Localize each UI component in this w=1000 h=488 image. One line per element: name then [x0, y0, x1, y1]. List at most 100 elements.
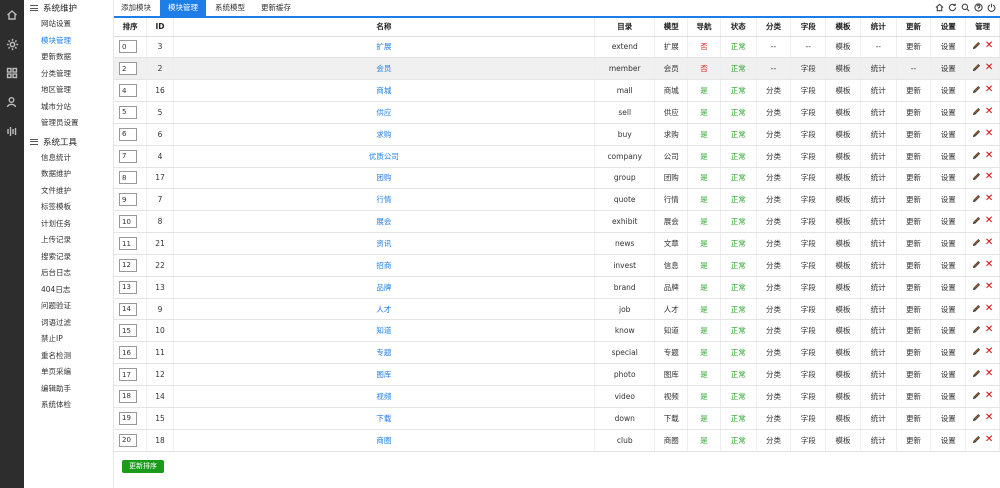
- category-link[interactable]: 分类: [756, 254, 792, 277]
- sidebar-item-module-management[interactable]: 模块管理: [24, 33, 113, 50]
- stats-link[interactable]: 统计: [860, 57, 897, 81]
- edit-icon[interactable]: [972, 41, 981, 50]
- edit-icon[interactable]: [972, 391, 981, 400]
- delete-icon[interactable]: ✕: [985, 172, 993, 182]
- category-link[interactable]: 分类: [756, 363, 792, 386]
- update-link[interactable]: 更新: [896, 298, 932, 321]
- order-input[interactable]: [119, 84, 137, 98]
- edit-icon[interactable]: [972, 282, 981, 291]
- tab-add-module[interactable]: 添加模块: [114, 0, 158, 16]
- status-cell[interactable]: 正常: [720, 232, 757, 255]
- logout-icon[interactable]: [987, 3, 996, 12]
- field-link[interactable]: 字段: [790, 385, 827, 408]
- status-cell[interactable]: 正常: [720, 167, 757, 190]
- refresh-icon[interactable]: [948, 3, 957, 12]
- sidebar-item-data-maintenance[interactable]: 数据维护: [24, 166, 113, 183]
- order-input[interactable]: [119, 237, 137, 251]
- settings-link[interactable]: 设置: [930, 210, 967, 234]
- nav-cell[interactable]: 是: [687, 123, 721, 146]
- nav-cell[interactable]: 是: [687, 210, 721, 234]
- category-link[interactable]: 分类: [756, 232, 792, 255]
- update-link[interactable]: 更新: [896, 79, 932, 103]
- nav-cell[interactable]: 是: [687, 167, 721, 190]
- category-link[interactable]: 分类: [756, 123, 792, 146]
- nav-cell[interactable]: 是: [687, 145, 721, 168]
- sidebar-item-system-check[interactable]: 系统体检: [24, 397, 113, 414]
- settings-link[interactable]: 设置: [930, 298, 967, 321]
- order-input[interactable]: [119, 215, 137, 229]
- field-link[interactable]: 字段: [790, 319, 827, 343]
- module-name-link[interactable]: 商城: [376, 86, 391, 95]
- sidebar-item-upload-records[interactable]: 上传记录: [24, 232, 113, 249]
- category-link[interactable]: 分类: [756, 167, 792, 190]
- category-link[interactable]: 分类: [756, 79, 792, 103]
- template-link[interactable]: 模板: [825, 429, 861, 452]
- nav-cell[interactable]: 是: [687, 188, 721, 212]
- delete-icon[interactable]: ✕: [985, 369, 993, 379]
- field-link[interactable]: 字段: [790, 57, 827, 81]
- order-input[interactable]: [119, 105, 137, 119]
- order-input[interactable]: [119, 149, 137, 163]
- template-link[interactable]: 模板: [825, 407, 861, 430]
- delete-icon[interactable]: ✕: [985, 434, 993, 444]
- sidebar-item-ban-ip[interactable]: 禁止IP: [24, 331, 113, 348]
- edit-icon[interactable]: [972, 216, 981, 225]
- delete-icon[interactable]: ✕: [985, 390, 993, 400]
- stats-link[interactable]: 统计: [860, 276, 897, 299]
- update-link[interactable]: 更新: [896, 123, 932, 146]
- field-link[interactable]: 字段: [790, 254, 827, 277]
- order-input[interactable]: [119, 193, 137, 207]
- field-link[interactable]: 字段: [790, 363, 827, 386]
- sidebar-group-system-maintenance[interactable]: 系统维护: [24, 0, 113, 16]
- template-link[interactable]: 模板: [825, 145, 861, 168]
- field-link[interactable]: 字段: [790, 276, 827, 299]
- edit-icon[interactable]: [972, 413, 981, 422]
- edit-icon[interactable]: [972, 63, 981, 72]
- delete-icon[interactable]: ✕: [985, 106, 993, 116]
- delete-icon[interactable]: ✕: [985, 281, 993, 291]
- template-link[interactable]: 模板: [825, 57, 861, 81]
- order-input[interactable]: [119, 302, 137, 316]
- stats-link[interactable]: 统计: [860, 407, 897, 430]
- edit-icon[interactable]: [972, 85, 981, 94]
- tab-system-model[interactable]: 系统模型: [208, 0, 252, 16]
- edit-icon[interactable]: [972, 129, 981, 138]
- module-name-link[interactable]: 商圈: [376, 436, 391, 445]
- settings-link[interactable]: 设置: [930, 319, 967, 343]
- template-link[interactable]: 模板: [825, 123, 861, 146]
- category-link[interactable]: 分类: [756, 407, 792, 430]
- sidebar-item-admin-log[interactable]: 后台日志: [24, 265, 113, 282]
- category-link[interactable]: 分类: [756, 429, 792, 452]
- tab-module-management[interactable]: 模块管理: [160, 0, 206, 16]
- update-link[interactable]: 更新: [896, 341, 932, 365]
- field-link[interactable]: 字段: [790, 407, 827, 430]
- nav-cell[interactable]: 是: [687, 363, 721, 386]
- home-icon[interactable]: [935, 3, 944, 12]
- sidebar-item-info-stats[interactable]: 信息统计: [24, 150, 113, 167]
- sidebar-item-scheduled-tasks[interactable]: 计划任务: [24, 216, 113, 233]
- template-link[interactable]: 模板: [825, 363, 861, 386]
- status-cell[interactable]: 正常: [720, 36, 757, 59]
- nav-cell[interactable]: 是: [687, 319, 721, 343]
- delete-icon[interactable]: ✕: [985, 150, 993, 160]
- stats-link[interactable]: 统计: [860, 429, 897, 452]
- category-link[interactable]: 分类: [756, 385, 792, 408]
- settings-link[interactable]: 设置: [930, 276, 967, 299]
- status-cell[interactable]: 正常: [720, 123, 757, 146]
- order-input[interactable]: [119, 280, 137, 294]
- category-link[interactable]: 分类: [756, 145, 792, 168]
- status-cell[interactable]: 正常: [720, 101, 757, 124]
- field-link[interactable]: 字段: [790, 101, 827, 124]
- nav-cell[interactable]: 是: [687, 429, 721, 452]
- edit-icon[interactable]: [972, 260, 981, 269]
- order-input[interactable]: [119, 324, 137, 338]
- module-name-link[interactable]: 图库: [376, 370, 391, 379]
- sidebar-item-404-log[interactable]: 404日志: [24, 282, 113, 299]
- status-cell[interactable]: 正常: [720, 254, 757, 277]
- delete-icon[interactable]: ✕: [985, 41, 993, 51]
- delete-icon[interactable]: ✕: [985, 303, 993, 313]
- status-cell[interactable]: 正常: [720, 298, 757, 321]
- order-input[interactable]: [119, 127, 137, 141]
- field-link[interactable]: 字段: [790, 298, 827, 321]
- module-name-link[interactable]: 展会: [376, 217, 391, 226]
